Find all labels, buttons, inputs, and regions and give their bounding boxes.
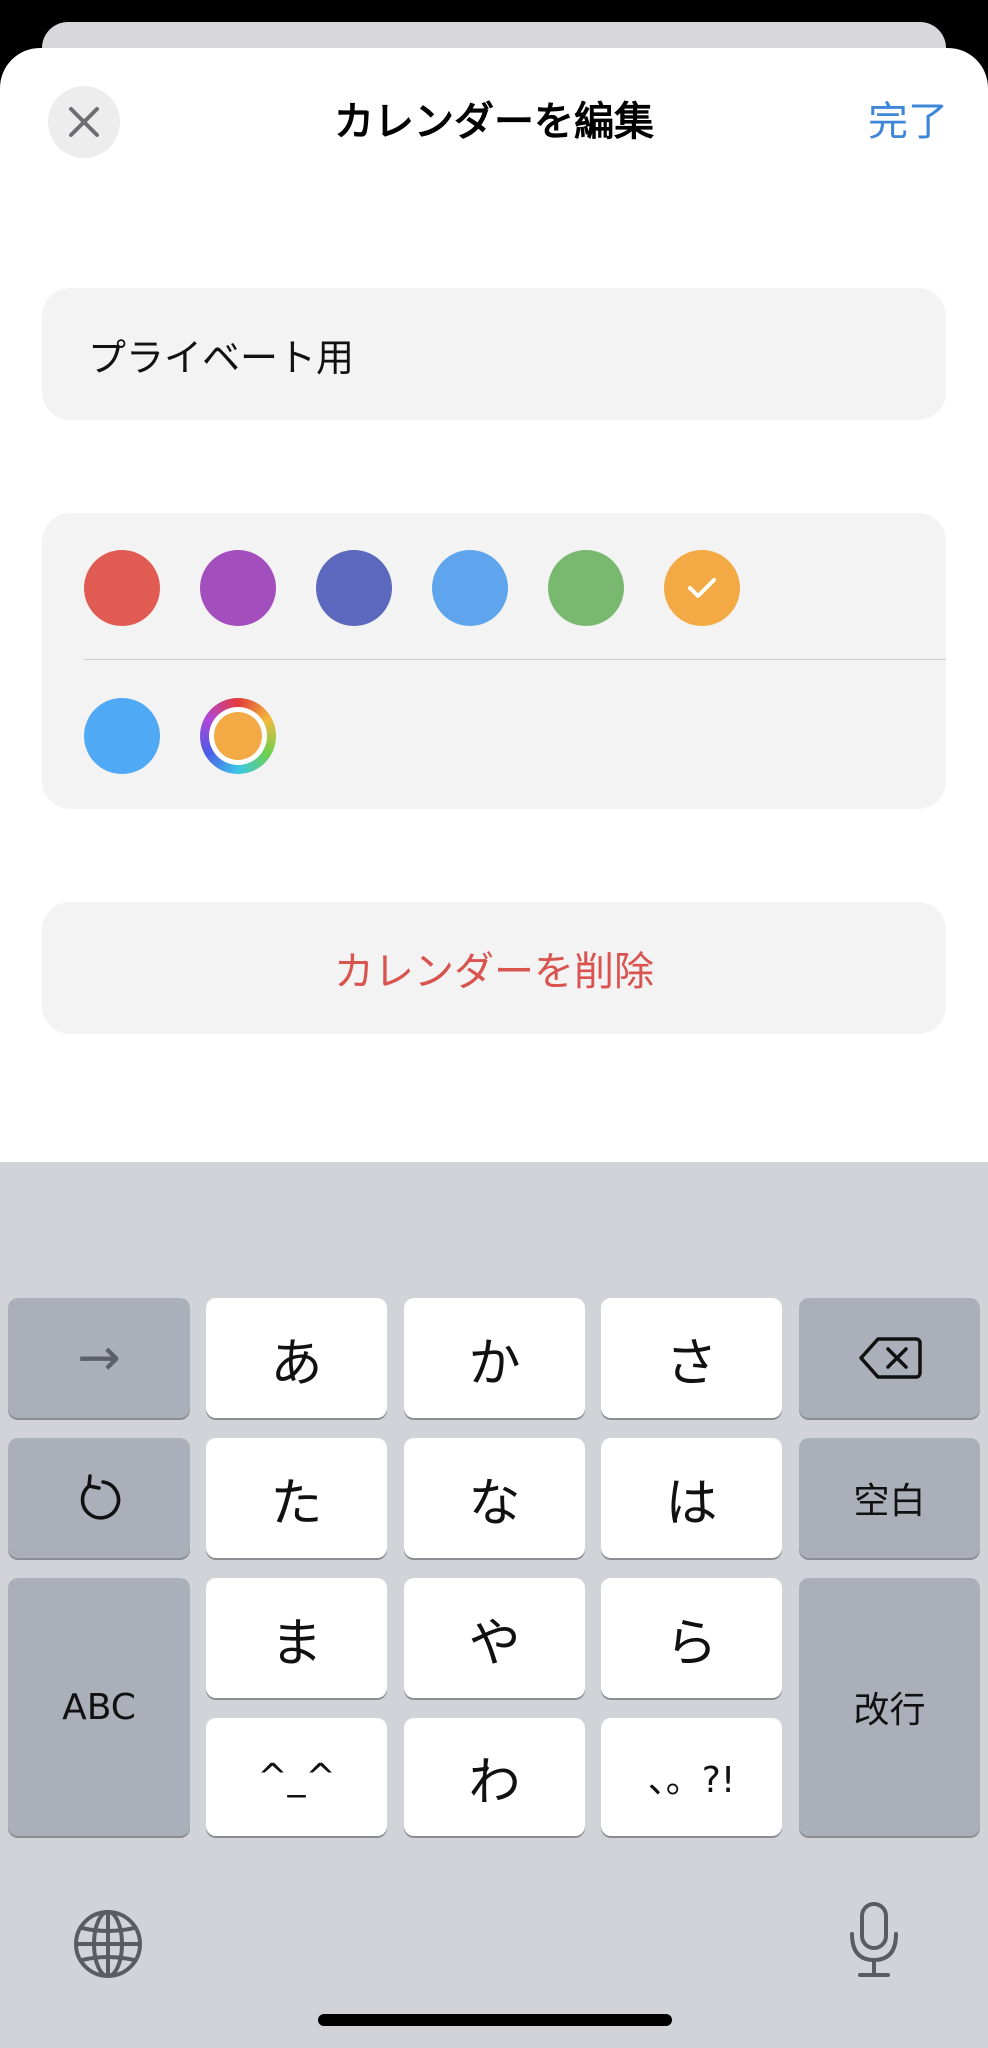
home-indicator	[318, 2014, 672, 2026]
delete-calendar-button[interactable]: カレンダーを削除	[42, 902, 946, 1034]
color-swatch-sky-blue[interactable]	[84, 698, 160, 774]
key-arrow-right[interactable]: →	[8, 1298, 190, 1418]
key-sa[interactable]: さ	[601, 1298, 782, 1418]
key-ra[interactable]: ら	[601, 1578, 782, 1698]
key-punctuation[interactable]: 、。?!	[601, 1718, 782, 1836]
space-key[interactable]: 空白	[799, 1438, 980, 1558]
key-ya[interactable]: や	[404, 1578, 585, 1698]
custom-color-swatch[interactable]	[200, 698, 276, 774]
key-na[interactable]: な	[404, 1438, 585, 1558]
key-ta[interactable]: た	[206, 1438, 387, 1558]
key-a[interactable]: あ	[206, 1298, 387, 1418]
page-title: カレンダーを編集	[334, 99, 654, 145]
key-ma[interactable]: ま	[206, 1578, 387, 1698]
key-ka[interactable]: か	[404, 1298, 585, 1418]
done-button[interactable]: 完了	[868, 96, 948, 148]
calendar-name-field[interactable]	[42, 288, 946, 420]
abc-key[interactable]: ABC	[8, 1578, 190, 1836]
return-key[interactable]: 改行	[799, 1578, 980, 1836]
color-swatch-indigo[interactable]	[316, 550, 392, 626]
checkmark-icon	[688, 578, 716, 598]
keyboard: → あ か さ た な は 空白 ABC ま や ら 改行 ^_^ わ 、。?!	[0, 1162, 988, 2048]
color-swatch-orange[interactable]	[664, 550, 740, 626]
color-swatch-blue[interactable]	[432, 550, 508, 626]
backspace-key[interactable]	[799, 1298, 980, 1418]
color-picker	[42, 513, 946, 809]
color-swatch-red[interactable]	[84, 550, 160, 626]
undo-icon	[80, 1474, 121, 1520]
color-swatch-purple[interactable]	[200, 550, 276, 626]
microphone-icon[interactable]	[846, 1900, 902, 1980]
calendar-name-input[interactable]	[88, 332, 900, 376]
color-swatch-green[interactable]	[548, 550, 624, 626]
divider	[84, 659, 946, 660]
key-emoticon[interactable]: ^_^	[206, 1718, 387, 1836]
globe-icon[interactable]	[72, 1908, 144, 1980]
key-ha[interactable]: は	[601, 1438, 782, 1558]
undo-key[interactable]	[8, 1438, 190, 1558]
key-wa[interactable]: わ	[404, 1718, 585, 1836]
backspace-icon	[858, 1337, 922, 1379]
